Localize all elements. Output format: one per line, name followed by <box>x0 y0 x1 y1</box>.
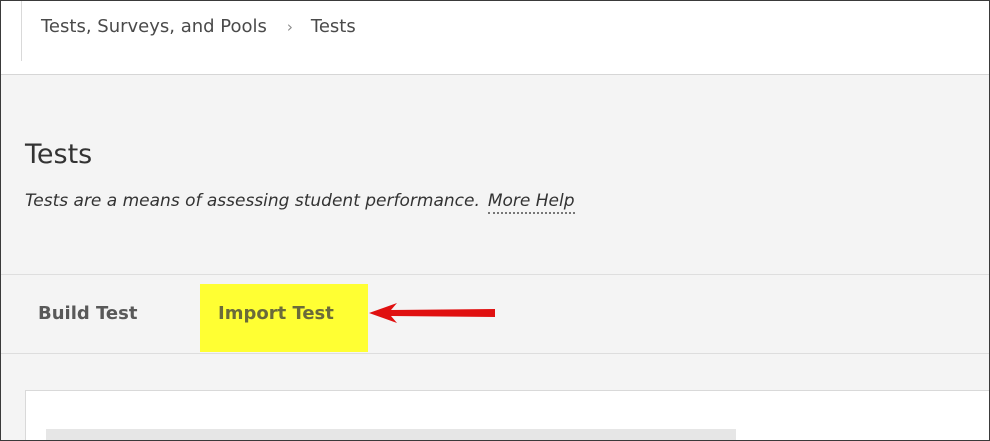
page-title: Tests <box>25 139 93 170</box>
page-frame: Tests, Surveys, and Pools › Tests Tests Te… <box>0 0 990 441</box>
content-area <box>1 354 989 440</box>
import-test-button[interactable]: Import Test <box>218 303 334 324</box>
page-header: Tests Tests are a means of assessing stu… <box>1 75 989 275</box>
import-test-highlight: Import Test <box>200 284 368 352</box>
breadcrumb-item-tests: Tests <box>310 16 356 37</box>
breadcrumb-bar: Tests, Surveys, and Pools › Tests <box>1 1 989 75</box>
breadcrumb-separator-icon: › <box>286 18 293 36</box>
breadcrumb-item-tests-surveys-pools[interactable]: Tests, Surveys, and Pools <box>41 16 267 37</box>
action-bar: Build Test Import Test <box>1 275 989 354</box>
content-panel <box>25 390 989 440</box>
breadcrumb-divider <box>21 1 22 61</box>
breadcrumb: Tests, Surveys, and Pools › Tests <box>41 16 356 37</box>
content-placeholder-bar <box>46 429 736 440</box>
page-description-text: Tests are a means of assessing student p… <box>25 191 480 211</box>
build-test-button[interactable]: Build Test <box>38 303 137 324</box>
more-help-link[interactable]: More Help <box>487 191 575 214</box>
red-arrow-icon <box>369 303 495 323</box>
page-description: Tests are a means of assessing student p… <box>25 191 575 214</box>
